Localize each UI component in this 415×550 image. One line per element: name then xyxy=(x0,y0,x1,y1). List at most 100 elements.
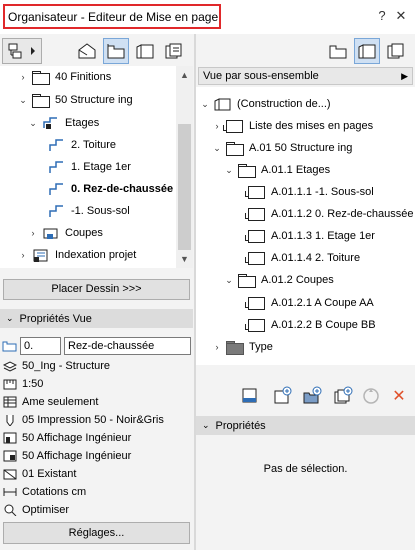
layout-sheet-icon xyxy=(245,318,266,332)
delete-button[interactable]: ✕ xyxy=(389,386,409,406)
story-icon xyxy=(49,161,63,173)
properties-header[interactable]: ⌄ Propriétés xyxy=(196,416,415,435)
graphic-override-row[interactable]: 50 Affichage Ingénieur xyxy=(3,447,131,465)
tree-item[interactable]: ⌄ Etages xyxy=(28,112,99,134)
chevron-down-icon[interactable]: ⌄ xyxy=(224,165,234,176)
new-master-icon xyxy=(242,388,257,403)
chevron-down-icon[interactable]: ⌄ xyxy=(18,95,28,106)
left-tree-scroll-thumb[interactable] xyxy=(178,124,191,250)
prop-value: 1:50 xyxy=(22,378,44,390)
chevron-down-icon[interactable]: ⌄ xyxy=(6,313,14,324)
tree-item-label: A.01.2 Coupes xyxy=(261,274,334,286)
chevron-down-icon[interactable]: ⌄ xyxy=(212,143,222,154)
view-id-field[interactable]: 0. xyxy=(20,337,61,355)
tree-item-label: A.01.1.4 2. Toiture xyxy=(271,252,361,264)
project-map-button[interactable] xyxy=(74,38,100,64)
subset-folder-icon xyxy=(226,141,244,156)
scale-row[interactable]: 1:50 xyxy=(3,375,43,393)
view-properties-header[interactable]: ⌄ Propriétés Vue xyxy=(0,309,193,328)
tree-item[interactable]: › Liste des mises en pages xyxy=(212,115,373,137)
tree-item[interactable]: ⌄ 50 Structure ing xyxy=(18,89,133,111)
tree-item[interactable]: ⌄ (Construction de...) xyxy=(200,93,331,115)
update-button[interactable] xyxy=(361,386,381,406)
view-filter-dropdown[interactable]: Vue par sous-ensemble ▶ xyxy=(198,67,413,85)
tree-item[interactable]: › Indexation projet xyxy=(18,244,136,266)
new-book-button[interactable] xyxy=(333,386,353,406)
new-layout-button[interactable] xyxy=(273,386,293,406)
tree-item[interactable]: A.01.2.2 B Coupe BB xyxy=(244,314,376,336)
tree-item-label: Etages xyxy=(65,117,100,129)
tree-item-label: (Construction de...) xyxy=(237,98,331,110)
structure-display-row[interactable]: Ame seulement xyxy=(3,393,98,411)
help-button[interactable]: ? xyxy=(374,8,390,24)
publisher-icon xyxy=(165,43,182,59)
dropdown-value: Vue par sous-ensemble xyxy=(203,70,319,82)
navigator-icon xyxy=(8,43,35,59)
tree-item[interactable]: A.01.1.4 2. Toiture xyxy=(244,247,360,269)
chevron-right-icon[interactable]: › xyxy=(28,228,38,238)
tree-item[interactable]: A.01.2.1 A Coupe AA xyxy=(244,292,374,314)
tree-item-label: 1. Etage 1er xyxy=(71,161,131,173)
layout-book-mode-button[interactable] xyxy=(354,38,380,64)
place-drawing-button[interactable]: Placer Dessin >>> xyxy=(3,279,190,300)
prop-value: 50 Affichage Ingénieur xyxy=(22,432,132,444)
index-icon xyxy=(33,249,48,262)
pen-set-row[interactable]: 05 Impression 50 - Noir&Gris xyxy=(3,411,164,429)
tree-item[interactable]: ⌄ A.01.1 Etages xyxy=(224,159,330,181)
publisher-mode-button[interactable] xyxy=(383,38,409,64)
chevron-right-icon[interactable]: › xyxy=(18,72,28,82)
chevron-down-icon[interactable]: ⌄ xyxy=(200,99,210,110)
dimensions-row[interactable]: Cotations cm xyxy=(3,483,86,501)
close-button[interactable]: ✕ xyxy=(393,8,409,24)
tree-item-label: 0. Rez-de-chaussée xyxy=(71,183,174,195)
tree-item[interactable]: 2. Toiture xyxy=(44,134,116,156)
view-map-icon xyxy=(329,45,347,59)
view-map-button[interactable] xyxy=(103,38,129,64)
tree-item[interactable]: -1. Sous-sol xyxy=(44,200,130,222)
chevron-right-icon[interactable]: › xyxy=(212,121,222,131)
chevron-right-icon[interactable]: › xyxy=(212,342,222,352)
tree-item-selected[interactable]: 0. Rez-de-chaussée xyxy=(44,178,173,200)
zoom-row[interactable]: Optimiser xyxy=(3,501,69,519)
pen-icon xyxy=(6,415,14,426)
tree-item[interactable]: ⌄ A.01 50 Structure ing xyxy=(212,137,352,159)
renovation-filter-row[interactable]: 01 Existant xyxy=(3,465,76,483)
view-name-field[interactable]: Rez-de-chaussée xyxy=(64,337,191,355)
tree-item[interactable]: A.01.1.1 -1. Sous-sol xyxy=(244,181,374,203)
tree-item[interactable]: A.01.1.3 1. Etage 1er xyxy=(244,225,375,247)
tree-item[interactable]: › Coupes xyxy=(28,222,103,244)
layers-icon xyxy=(3,361,17,372)
layout-sheet-icon xyxy=(245,207,266,221)
layout-sheet-icon xyxy=(245,185,266,199)
tree-item-label: Coupes xyxy=(65,227,103,239)
layout-book-button[interactable] xyxy=(132,38,158,64)
house-icon xyxy=(78,43,96,59)
chevron-right-icon[interactable]: › xyxy=(18,250,28,260)
chevron-down-icon[interactable]: ⌄ xyxy=(28,118,38,129)
tree-item-label: A.01 50 Structure ing xyxy=(249,142,353,154)
tree-item[interactable]: ⌄ A.01.2 Coupes xyxy=(224,269,334,291)
view-id-icon xyxy=(2,338,18,355)
settings-button[interactable]: Réglages... xyxy=(3,522,190,544)
scroll-up-arrow[interactable]: ▲ xyxy=(180,70,189,80)
scroll-down-arrow[interactable]: ▼ xyxy=(180,254,189,264)
chevron-down-icon[interactable]: ⌄ xyxy=(224,275,234,286)
model-view-options-row[interactable]: 50 Affichage Ingénieur xyxy=(3,429,131,447)
scale-icon xyxy=(3,379,17,390)
navigator-mode-button[interactable] xyxy=(2,38,42,64)
new-subset-button[interactable] xyxy=(303,386,323,406)
dimension-icon xyxy=(3,488,17,496)
tree-item[interactable]: 1. Etage 1er xyxy=(44,156,131,178)
tree-item[interactable]: › 40 Finitions xyxy=(18,66,111,88)
tree-item[interactable]: › Type xyxy=(212,336,273,358)
folder-icon xyxy=(32,93,50,108)
tree-item-label: A.01.2.2 B Coupe BB xyxy=(271,319,376,331)
tree-item[interactable]: A.01.1.2 0. Rez-de-chaussée xyxy=(244,203,413,225)
view-map-mode-button[interactable] xyxy=(325,38,351,64)
chevron-down-icon[interactable]: ⌄ xyxy=(202,420,210,431)
new-master-layout-button[interactable] xyxy=(241,386,261,406)
publisher-button[interactable] xyxy=(161,38,187,64)
tree-item-label: 50 Structure ing xyxy=(55,94,133,106)
layout-sheet-icon xyxy=(223,119,244,133)
layer-combination-row[interactable]: 50_Ing - Structure xyxy=(3,357,110,375)
